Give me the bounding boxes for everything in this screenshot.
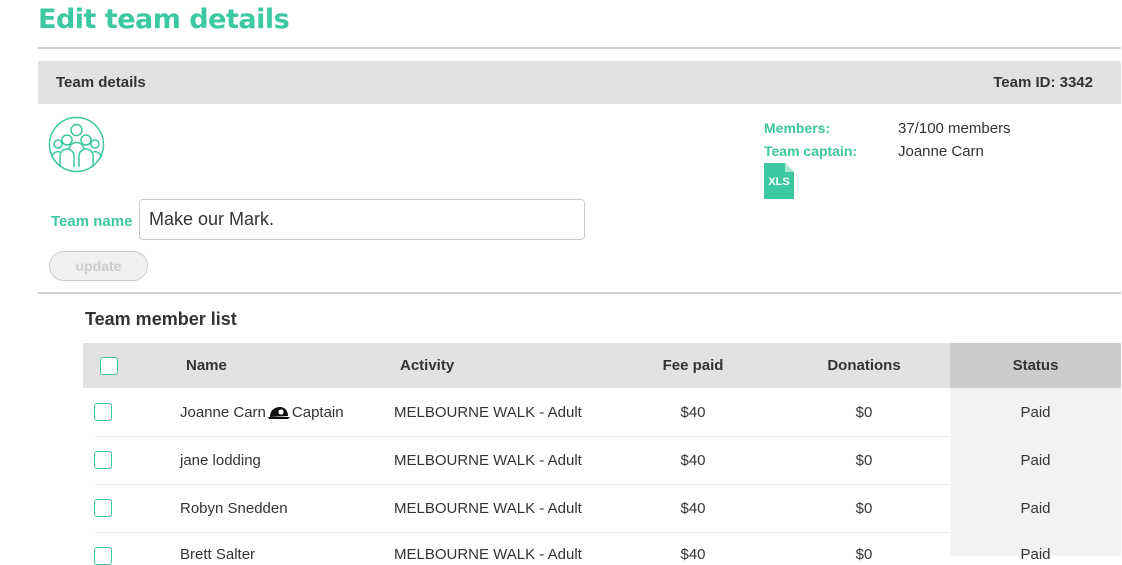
member-fee-paid: $40 [680,452,706,469]
member-table-header: Name Activity Fee paid Donations Status [83,343,1121,388]
member-donations: $0 [855,452,873,469]
member-donations: $0 [855,404,873,421]
row-checkbox[interactable] [94,499,112,517]
row-divider [95,436,950,437]
team-details-bar: Team details Team ID: 3342 [38,61,1121,104]
member-fee-paid: $40 [680,404,706,421]
column-header-donations[interactable]: Donations [804,357,924,374]
captain-cap-icon [267,407,290,420]
team-captain-label: Team captain: [764,143,858,159]
team-captain-value: Joanne Carn [898,143,984,160]
column-header-activity[interactable]: Activity [400,357,454,374]
members-value: 37/100 members [898,120,1011,137]
member-activity: MELBOURNE WALK - Adult [394,546,582,563]
row-divider [95,532,950,533]
member-name: jane lodding [180,452,261,469]
team-name-label: Team name [51,213,133,230]
xls-file-icon[interactable]: XLS [764,163,794,199]
select-all-checkbox[interactable] [100,357,118,375]
member-list-title: Team member list [85,309,237,329]
section-divider [38,292,1121,294]
title-divider [38,47,1121,49]
member-status: Paid [1020,452,1051,469]
column-header-name[interactable]: Name [186,357,227,374]
member-name: Brett Salter [180,546,256,563]
team-id: Team ID: 3342 [993,74,1093,91]
member-donations: $0 [855,500,873,517]
member-activity: MELBOURNE WALK - Adult [394,500,582,517]
update-button[interactable]: update [49,251,148,281]
captain-role-label: Captain [291,404,344,421]
row-checkbox[interactable] [94,451,112,469]
member-name: Robyn Snedden [180,500,288,517]
team-details-label: Team details [56,74,146,91]
member-status: Paid [1020,546,1051,563]
member-status: Paid [1020,404,1051,421]
team-group-icon [48,116,105,173]
member-activity: MELBOURNE WALK - Adult [394,404,582,421]
member-donations: $0 [855,546,873,563]
member-status: Paid [1020,500,1051,517]
row-divider [95,484,950,485]
row-checkbox[interactable] [94,547,112,565]
page-title: Edit team details [38,4,290,35]
member-fee-paid: $40 [680,546,706,563]
column-header-fee-paid[interactable]: Fee paid [643,357,743,374]
members-label: Members: [764,120,831,136]
member-activity: MELBOURNE WALK - Adult [394,452,582,469]
team-name-input[interactable] [139,199,585,240]
member-name: Joanne Carn Captain [180,404,344,421]
column-header-status[interactable]: Status [950,357,1121,374]
row-checkbox[interactable] [94,403,112,421]
member-fee-paid: $40 [680,500,706,517]
xls-icon-text: XLS [768,176,789,188]
member-name-text: Joanne Carn [180,404,266,421]
